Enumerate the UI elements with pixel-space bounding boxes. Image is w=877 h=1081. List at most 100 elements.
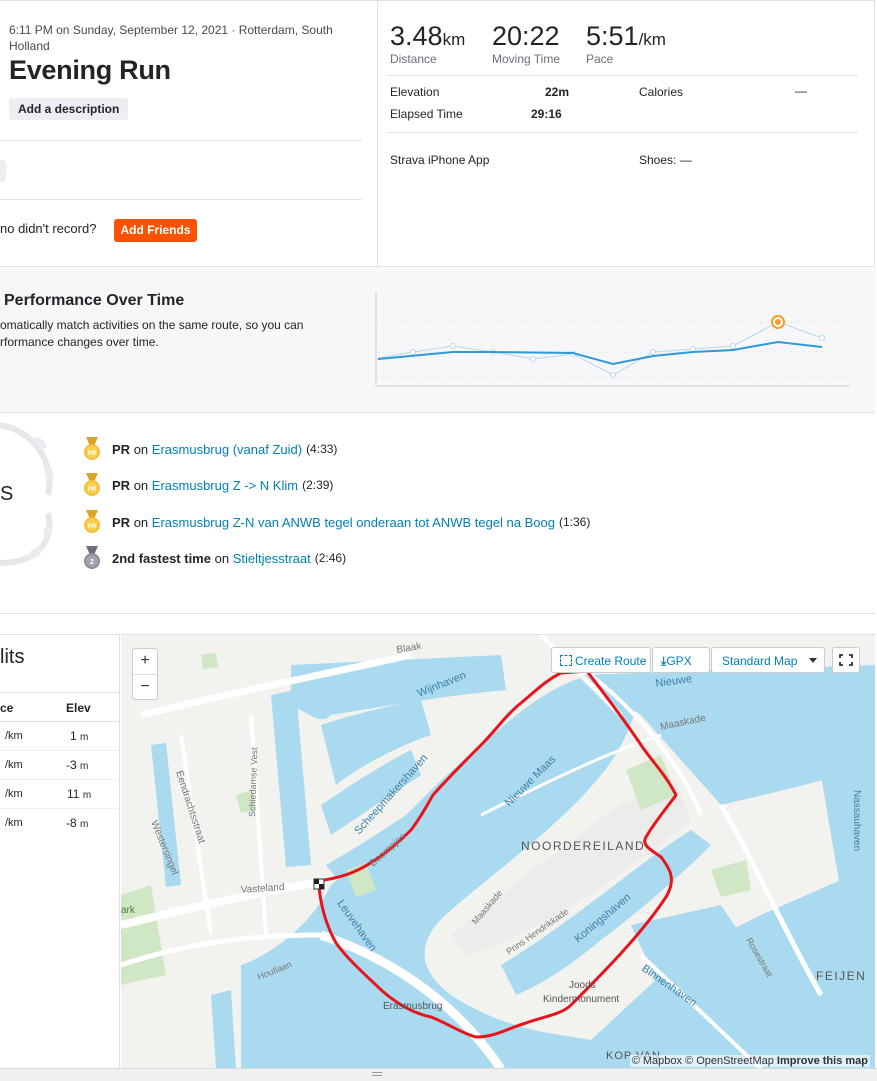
create-route-button[interactable]: Create Route [551,647,651,673]
split-elev-value: -3 [66,758,77,772]
activity-meta: 6:11 PM on Sunday, September 12, 2021 · … [9,23,333,53]
calories-label: Calories [639,85,684,99]
split-pace: /km [5,730,23,742]
zoom-control: + − [132,648,158,700]
distance-unit: km [442,30,466,49]
gpx-label: GPX [666,654,692,668]
elevation-label: Elevation [390,85,440,99]
map-label: Erasmusbrug [383,1001,442,1012]
partial-chip[interactable] [0,160,6,182]
map-style-value: Standard Map [722,654,798,668]
map-label: Eendrachtsstraat [173,770,207,846]
segment-link[interactable]: Stieltjesstraat [233,551,311,566]
achievement-type: 2nd fastest time [112,550,211,566]
svg-text:PR: PR [88,524,97,530]
achievement-time: (2:46) [314,551,347,565]
gpx-download-button[interactable]: ⤓GPX [652,647,710,673]
elevation-value: 22m [545,85,570,99]
splits-title: lits [0,646,25,668]
pace-stat: 5:51/km [586,21,666,52]
shoes-info: Shoes: — [639,153,692,167]
pace-label: Pace [586,52,614,66]
segment-link[interactable]: Erasmusbrug Z -> N Klim [152,478,298,493]
divider [0,140,362,141]
map-label: ark [121,905,136,916]
achievement-row: 2 2nd fastest time on Stieltjesstraat (2:… [82,546,346,570]
gold-pr-medal-icon: PR [84,510,100,533]
pace-unit: /km [638,30,666,49]
achievement-row: PR PR on Erasmusbrug Z-N van ANWB tegel … [82,510,590,534]
friends-question: no didn't record? [0,221,97,236]
performance-chart[interactable] [370,286,860,394]
map-canvas[interactable]: Blaak Wijnhaven Nieuwe Maaskade Nieuwe M… [121,635,875,1069]
achievement-type: PR [112,441,131,457]
route-map[interactable]: Blaak Wijnhaven Nieuwe Maaskade Nieuwe M… [121,634,875,1069]
divider [0,692,120,693]
split-elev: -3 m [66,758,88,772]
map-label: Blaak [396,641,424,656]
create-route-label: Create Route [575,654,647,668]
map-label: FEIJEN [816,969,866,983]
divider [0,199,362,200]
zoom-in-button[interactable]: + [133,649,157,675]
moving-time-label: Moving Time [492,52,561,66]
achievement-type: PR [112,477,131,493]
split-pace: /km [5,759,23,771]
divider [388,75,858,76]
activity-title[interactable]: Evening Run [9,55,171,86]
divider [0,721,120,722]
divider [0,808,120,809]
chart-raw-points [410,335,825,378]
segment-link[interactable]: Erasmusbrug Z-N van ANWB tegel onderaan … [152,515,555,530]
split-elev: 11 m [67,787,91,801]
elapsed-time-value: 29:16 [531,107,562,121]
performance-description: omatically match activities on the same … [0,318,304,349]
achievement-row: PR PR on Erasmusbrug Z -> N Klim (2:39) [82,473,333,497]
performance-title: Performance Over Time [4,292,185,309]
device-link[interactable]: Strava iPhone App [390,153,489,167]
resize-handle[interactable] [0,1068,877,1081]
attribution-text[interactable]: © Mapbox © OpenStreetMap [632,1055,774,1067]
map-label: Nassauhaven [851,790,862,851]
chevron-down-icon [808,658,817,663]
achievement-row: PR PR on Erasmusbrug (vanaf Zuid) (4:33) [82,437,337,461]
split-pace: /km [5,817,23,829]
map-label: Vasteland [240,882,284,896]
split-elev-unit: m [80,819,89,830]
svg-text:PR: PR [88,451,97,457]
add-description-button[interactable]: Add a description [9,98,129,120]
moving-time-value: 20:22 [492,21,560,51]
achievement-time: (1:36) [558,515,591,529]
divider [0,779,120,780]
map-label: Kindermonument [543,994,619,1005]
split-pace: /km [5,788,23,800]
achievement-on: on [133,477,149,493]
zoom-out-button[interactable]: − [133,675,157,700]
splits-col-elev: Elev [66,701,91,715]
silver-2-medal-icon: 2 [84,546,100,569]
map-attribution: © Mapbox © OpenStreetMap Improve this ma… [629,1055,870,1067]
start-finish-flag-icon[interactable] [313,878,325,890]
pace-value: 5:51 [586,21,639,51]
add-friends-button[interactable]: Add Friends [114,219,197,242]
divider [388,132,858,133]
split-elev-unit: m [80,761,89,772]
create-route-icon [560,655,572,666]
segment-link[interactable]: Erasmusbrug (vanaf Zuid) [152,442,302,457]
achievement-on: on [133,514,149,530]
laurel-wreath-icon [0,422,54,566]
achievement-on: on [133,441,149,457]
achievement-type: PR [112,514,131,530]
fullscreen-button[interactable] [832,647,860,673]
svg-text:2: 2 [90,559,94,566]
gold-pr-medal-icon: PR [84,473,100,496]
improve-map-link[interactable]: Improve this map [777,1055,868,1067]
achievement-on: on [214,550,230,566]
map-label: Joods [569,980,596,991]
map-style-select[interactable]: Standard Map [711,647,825,673]
achievement-time: (2:39) [302,478,334,492]
achievement-time: (4:33) [306,442,338,456]
achievements-panel: S PR PR on Erasmusbrug (vanaf Zuid) (4:33… [0,412,875,614]
performance-over-time-panel: Performance Over Time omatically match a… [0,268,875,412]
chart-raw-series [377,321,823,376]
